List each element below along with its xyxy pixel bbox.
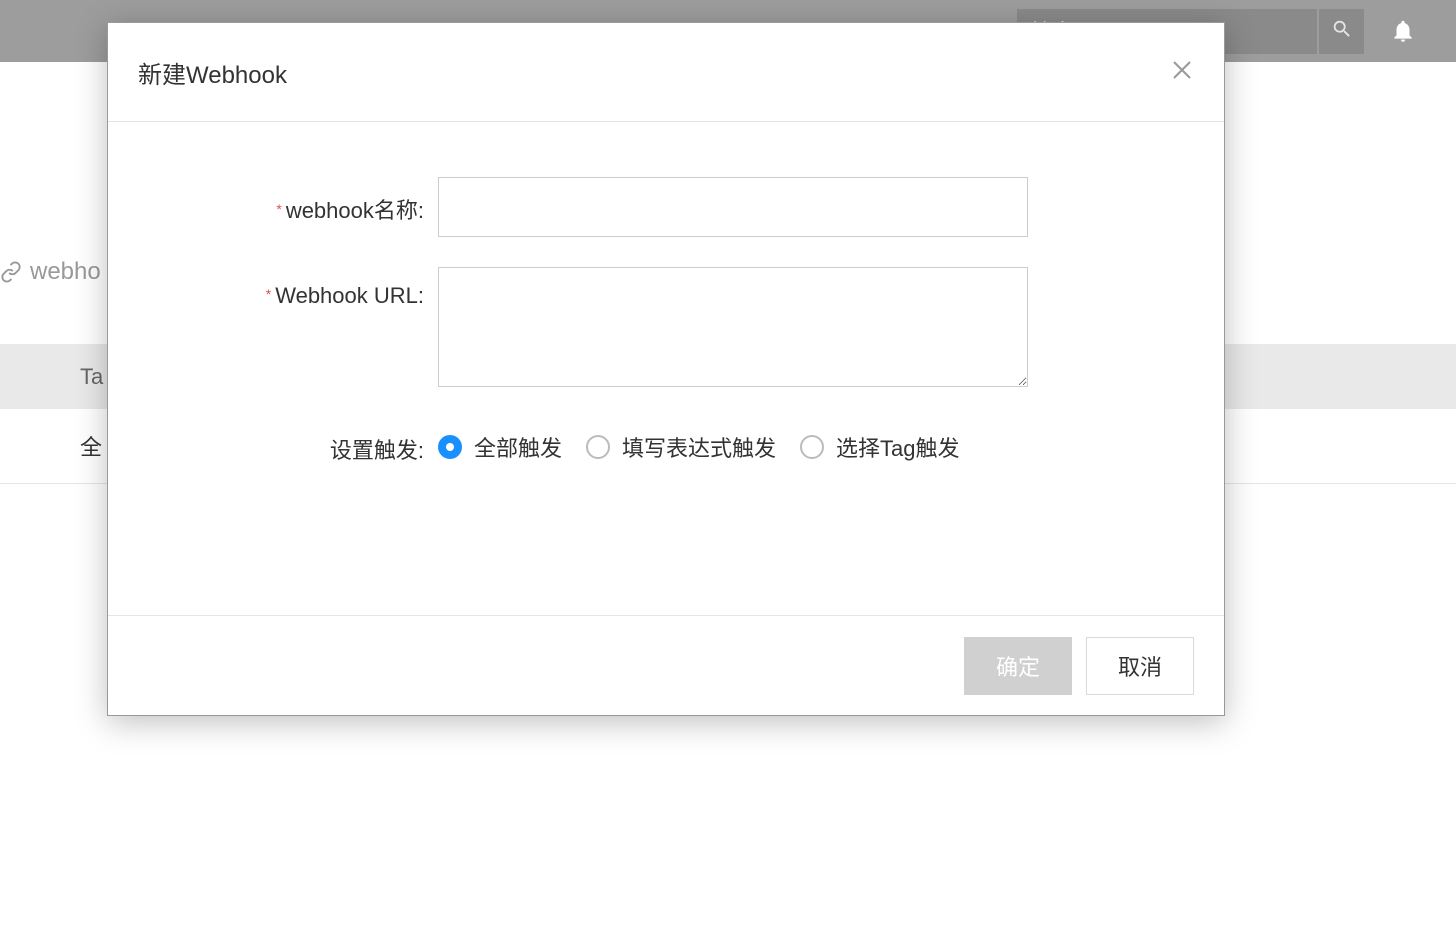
create-webhook-modal: 新建Webhook *webhook名称: *Webhook URL: 设置触发… bbox=[107, 22, 1225, 716]
trigger-radio-tag[interactable]: 选择Tag触发 bbox=[800, 431, 959, 463]
radio-icon bbox=[586, 435, 610, 459]
table-cell: 全 bbox=[80, 430, 102, 462]
modal-close-button[interactable] bbox=[1170, 60, 1194, 84]
webhook-name-input[interactable] bbox=[438, 177, 1028, 237]
modal-title: 新建Webhook bbox=[138, 55, 287, 90]
search-button[interactable] bbox=[1319, 9, 1364, 54]
trigger-radio-all[interactable]: 全部触发 bbox=[438, 431, 562, 463]
radio-icon bbox=[438, 435, 462, 459]
trigger-radio-expression[interactable]: 填写表达式触发 bbox=[586, 431, 776, 463]
webhook-name-label: *webhook名称: bbox=[178, 177, 438, 225]
table-header-cell: Ta bbox=[80, 364, 103, 390]
bell-icon bbox=[1390, 31, 1416, 48]
modal-header: 新建Webhook bbox=[108, 23, 1224, 122]
trigger-label: 设置触发: bbox=[178, 417, 438, 465]
link-icon bbox=[0, 261, 22, 283]
search-icon bbox=[1331, 18, 1353, 45]
webhook-url-label: *Webhook URL: bbox=[178, 267, 438, 309]
modal-footer: 确定 取消 bbox=[108, 615, 1224, 715]
radio-label: 全部触发 bbox=[474, 431, 562, 463]
radio-label: 选择Tag触发 bbox=[836, 431, 959, 463]
form-row-url: *Webhook URL: bbox=[178, 267, 1154, 387]
cancel-button[interactable]: 取消 bbox=[1086, 637, 1194, 695]
modal-body: *webhook名称: *Webhook URL: 设置触发: 全部触发 bbox=[108, 122, 1224, 535]
close-icon bbox=[1170, 58, 1194, 87]
webhook-url-input[interactable] bbox=[438, 267, 1028, 387]
radio-label: 填写表达式触发 bbox=[622, 431, 776, 463]
notifications-button[interactable] bbox=[1390, 18, 1416, 44]
trigger-radio-group: 全部触发 填写表达式触发 选择Tag触发 bbox=[438, 417, 960, 463]
section-label-text: webho bbox=[30, 258, 101, 286]
radio-icon bbox=[800, 435, 824, 459]
form-row-trigger: 设置触发: 全部触发 填写表达式触发 选择Tag触发 bbox=[178, 417, 1154, 465]
confirm-button[interactable]: 确定 bbox=[964, 637, 1072, 695]
form-row-name: *webhook名称: bbox=[178, 177, 1154, 237]
required-mark: * bbox=[266, 286, 271, 302]
required-mark: * bbox=[276, 201, 281, 217]
